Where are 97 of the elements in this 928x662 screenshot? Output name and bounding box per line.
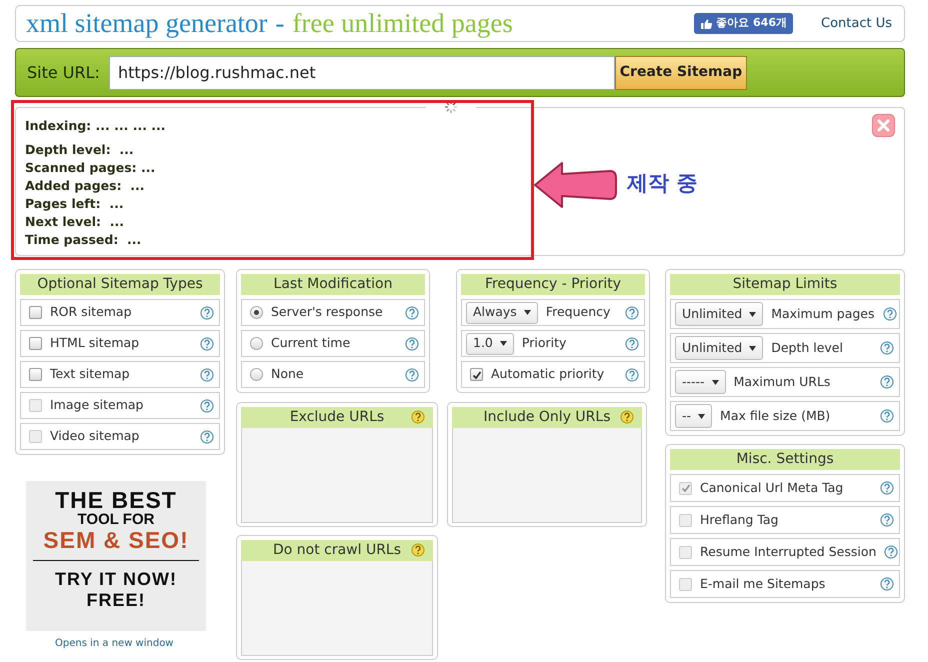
help-icon[interactable] <box>880 409 894 423</box>
dropdown[interactable]: 1.0 <box>466 332 514 354</box>
thumbs-up-icon <box>700 18 712 30</box>
help-icon[interactable] <box>882 307 896 321</box>
help-icon[interactable] <box>405 306 419 320</box>
ad-link[interactable]: Opens in a new window <box>55 636 174 651</box>
ad-text: SEM & SEO! <box>43 528 189 552</box>
help-icon[interactable] <box>200 398 214 412</box>
progress-stat: Time passed: ... <box>25 231 142 249</box>
checkbox[interactable] <box>29 337 42 350</box>
caret-icon <box>712 380 719 384</box>
option-label: E-mail me Sitemaps <box>700 574 826 593</box>
ad-text: FREE! <box>86 590 146 610</box>
caret-icon <box>749 312 756 316</box>
option-label: Max file size (MB) <box>720 406 832 425</box>
ad-banner[interactable]: THE BEST TOOL FOR SEM & SEO! TRY IT NOW! FREE! <box>26 481 206 631</box>
dropdown[interactable]: ----- <box>675 370 726 394</box>
help-icon[interactable] <box>200 430 214 444</box>
field-label: Site URL: <box>27 62 100 84</box>
url-field[interactable]: https://blog.rushmac.net <box>108 56 615 90</box>
help-icon[interactable] <box>411 410 425 424</box>
panel-title: Frequency - Priority <box>484 276 622 292</box>
caret-icon <box>698 414 706 418</box>
dropdown[interactable]: Unlimited <box>675 336 764 360</box>
url-list-field[interactable] <box>452 428 642 523</box>
annotation-label: 제작 중 <box>627 170 698 197</box>
panel-title: Optional Sitemap Types <box>37 276 203 292</box>
ad-text: TOOL FOR <box>78 512 154 528</box>
option-label: Depth level <box>771 338 844 357</box>
radio-button[interactable] <box>250 368 263 381</box>
option-label: Automatic priority <box>491 365 606 384</box>
dropdown[interactable]: Unlimited <box>675 302 764 326</box>
contact-link[interactable]: Contact Us <box>821 14 892 34</box>
option-label: None <box>271 365 305 384</box>
help-icon[interactable] <box>200 368 214 382</box>
caret-icon <box>500 341 507 346</box>
help-icon[interactable] <box>880 513 894 527</box>
option-label: Resume Interrupted Session <box>700 542 876 561</box>
help-icon[interactable] <box>884 545 898 559</box>
url-list-field[interactable] <box>241 428 433 523</box>
panel-title: Sitemap Limits <box>732 276 838 292</box>
site-title: xml sitemap generator <box>26 10 268 37</box>
help-icon[interactable] <box>411 543 425 557</box>
option-label: Text sitemap <box>50 365 131 384</box>
option-label: Image sitemap <box>50 396 144 414</box>
url-list-field[interactable] <box>241 561 433 656</box>
progress-stat: Added pages: ... <box>25 177 145 195</box>
option-label: Hreflang Tag <box>700 510 780 529</box>
dropdown[interactable]: -- <box>675 404 712 428</box>
help-icon[interactable] <box>880 577 894 591</box>
option-label: Server's response <box>271 303 384 322</box>
caret-icon <box>524 310 531 315</box>
panel-title: Exclude URLs <box>290 409 384 425</box>
caret-icon <box>749 346 756 350</box>
option-label: Frequency <box>546 303 612 322</box>
dropdown[interactable]: Always <box>466 302 538 324</box>
help-icon[interactable] <box>620 410 634 424</box>
radio-button[interactable] <box>250 306 263 319</box>
option-label: Canonical Url Meta Tag <box>700 478 844 497</box>
option-label: ROR sitemap <box>50 303 133 322</box>
ad-text: THE BEST <box>55 488 177 512</box>
indexing-status: Indexing: ... ... ... ... <box>25 117 166 135</box>
progress-stat: Scanned pages: ... <box>25 159 156 177</box>
checkbox[interactable] <box>29 306 42 319</box>
help-icon[interactable] <box>880 341 894 355</box>
like-button[interactable]: 좋아요 646개 <box>694 13 793 34</box>
panel-title: Do not crawl URLs <box>272 542 402 558</box>
panel-title: Include Only URLs <box>484 409 610 425</box>
close-icon[interactable] <box>872 114 895 137</box>
progress-stat: Next level: ... <box>25 213 124 231</box>
ad-text: TRY IT NOW! <box>55 570 177 589</box>
help-icon[interactable] <box>880 375 894 389</box>
option-label: Video sitemap <box>50 427 140 446</box>
option-label: Maximum URLs <box>734 372 832 391</box>
checkbox[interactable] <box>29 368 42 381</box>
help-icon[interactable] <box>625 336 639 350</box>
panel-title: Misc. Settings <box>736 451 834 467</box>
help-icon[interactable] <box>625 306 639 320</box>
title-separator: - <box>275 10 284 37</box>
help-icon[interactable] <box>200 336 214 350</box>
spinner-icon <box>444 100 458 114</box>
help-icon[interactable] <box>405 368 419 382</box>
progress-stat: Pages left: ... <box>25 195 124 213</box>
panel-title: Last Modification <box>274 276 392 292</box>
create-sitemap-button[interactable]: Create Sitemap <box>614 56 747 90</box>
help-icon[interactable] <box>405 336 419 350</box>
progress-stat: Depth level: ... <box>25 141 134 159</box>
option-label: Priority <box>522 334 568 352</box>
checkbox[interactable] <box>470 368 483 381</box>
help-icon[interactable] <box>880 481 894 495</box>
option-label: HTML sitemap <box>50 334 140 352</box>
site-tagline: free unlimited pages <box>292 10 513 37</box>
option-label: Current time <box>271 334 352 352</box>
help-icon[interactable] <box>200 306 214 320</box>
radio-button[interactable] <box>250 337 263 350</box>
option-label: Maximum pages <box>771 304 874 323</box>
help-icon[interactable] <box>625 368 639 382</box>
